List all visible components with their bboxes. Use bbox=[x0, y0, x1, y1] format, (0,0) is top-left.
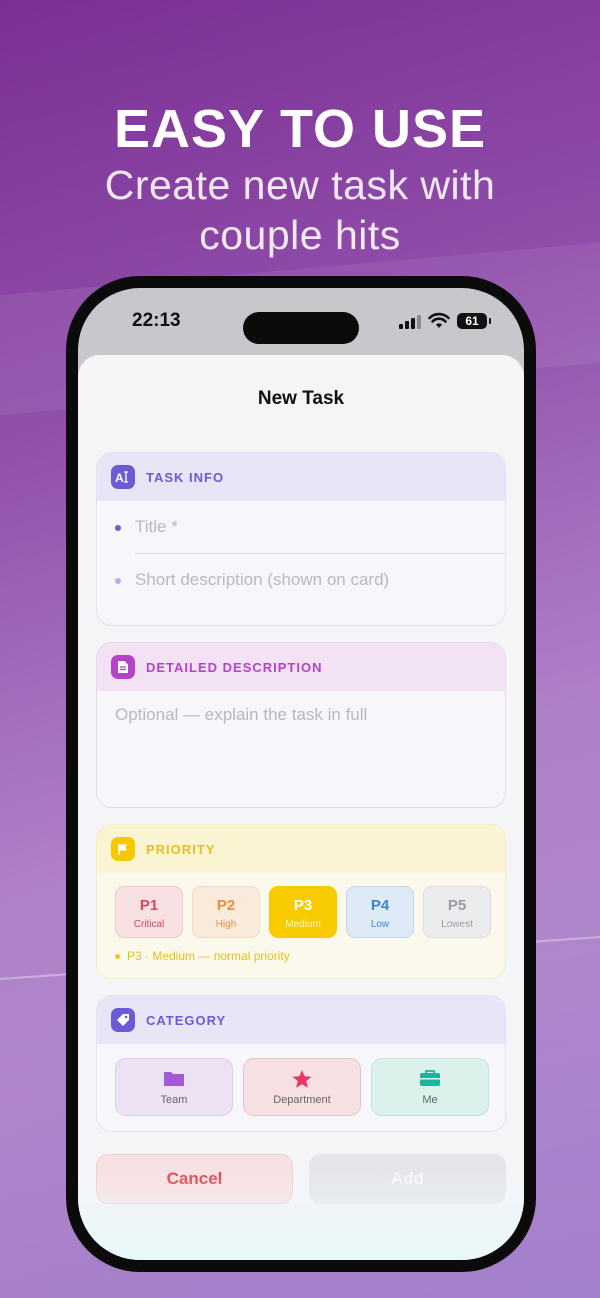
category-team-label: Team bbox=[160, 1094, 188, 1106]
text-cursor-icon: A bbox=[111, 465, 135, 489]
signal-icon bbox=[399, 315, 421, 329]
flag-icon bbox=[111, 837, 135, 861]
task-info-title: TASK INFO bbox=[146, 469, 225, 485]
priority-p2-chip[interactable]: P2 High bbox=[192, 886, 260, 938]
briefcase-icon bbox=[420, 1070, 440, 1086]
status-bar: 22:13 61 bbox=[78, 288, 524, 350]
priority-p3-chip[interactable]: P3 Medium bbox=[269, 886, 337, 938]
document-icon bbox=[111, 655, 135, 679]
category-header: CATEGORY bbox=[97, 996, 505, 1044]
title-field-dot bbox=[115, 525, 121, 531]
category-department-chip[interactable]: Department bbox=[243, 1058, 361, 1116]
new-task-sheet: New Task A TASK INFO Title * Short descr… bbox=[78, 355, 524, 1260]
task-info-header: A TASK INFO bbox=[97, 453, 505, 501]
detailed-description-title: DETAILED DESCRIPTION bbox=[146, 659, 323, 675]
phone-screen: 22:13 61 New Task A TASK INFO Title * Sh… bbox=[78, 288, 524, 1260]
category-card: CATEGORY Team Department Me bbox=[96, 995, 506, 1132]
priority-p4-label: P4 bbox=[370, 897, 390, 914]
detailed-description-header: DETAILED DESCRIPTION bbox=[97, 643, 505, 691]
short-description-placeholder: Short description (shown on card) bbox=[135, 570, 390, 589]
priority-p2-sub: High bbox=[215, 919, 237, 930]
promo-subline: Create new task with couple hits bbox=[104, 162, 496, 258]
sheet-bottom-glow bbox=[78, 1170, 524, 1260]
title-field[interactable]: Title * bbox=[97, 501, 505, 553]
detailed-description-card: DETAILED DESCRIPTION Optional — explain … bbox=[96, 642, 506, 808]
priority-card: PRIORITY P1 Critical P2 High P3 Medium P… bbox=[96, 824, 506, 979]
category-me-chip[interactable]: Me bbox=[371, 1058, 489, 1116]
detailed-description-input[interactable]: Optional — explain the task in full bbox=[97, 691, 505, 739]
priority-p5-chip[interactable]: P5 Lowest bbox=[423, 886, 491, 938]
promo-headline: EASY TO USE bbox=[113, 99, 487, 159]
task-info-card: A TASK INFO Title * Short description (s… bbox=[96, 452, 506, 626]
priority-p1-label: P1 bbox=[139, 897, 159, 914]
status-time: 22:13 bbox=[132, 310, 181, 331]
category-department-label: Department bbox=[273, 1094, 331, 1106]
priority-options: P1 Critical P2 High P3 Medium P4 Low P5 bbox=[97, 873, 505, 938]
priority-p2-label: P2 bbox=[216, 897, 236, 914]
priority-header: PRIORITY bbox=[97, 825, 505, 873]
priority-note-text: P3 · Medium — normal priority bbox=[127, 949, 290, 963]
title-placeholder: Title * bbox=[135, 517, 178, 536]
star-icon bbox=[292, 1070, 312, 1088]
battery-icon: 61 bbox=[457, 313, 491, 329]
dynamic-island bbox=[243, 312, 359, 344]
category-me-label: Me bbox=[422, 1094, 438, 1106]
priority-note-dot bbox=[115, 954, 120, 960]
priority-p4-sub: Low bbox=[370, 919, 390, 930]
priority-p1-sub: Critical bbox=[133, 919, 165, 930]
category-title: CATEGORY bbox=[146, 1012, 227, 1028]
priority-p4-chip[interactable]: P4 Low bbox=[346, 886, 414, 938]
svg-text:A: A bbox=[115, 471, 124, 484]
category-team-chip[interactable]: Team bbox=[115, 1058, 233, 1116]
priority-p1-chip[interactable]: P1 Critical bbox=[115, 886, 183, 938]
category-options: Team Department Me bbox=[97, 1044, 505, 1116]
tag-icon bbox=[111, 1008, 135, 1032]
folder-icon bbox=[164, 1072, 184, 1086]
sheet-title: New Task bbox=[257, 388, 345, 409]
priority-p3-label: P3 bbox=[293, 897, 313, 914]
priority-title: PRIORITY bbox=[146, 841, 216, 857]
wifi-icon bbox=[428, 312, 450, 328]
priority-p3-sub: Medium bbox=[285, 919, 321, 930]
priority-p5-label: P5 bbox=[447, 897, 467, 914]
short-description-field[interactable]: Short description (shown on card) bbox=[97, 554, 505, 606]
priority-note: P3 · Medium — normal priority bbox=[97, 938, 505, 963]
priority-p5-sub: Lowest bbox=[441, 919, 473, 930]
short-description-dot bbox=[115, 578, 121, 584]
